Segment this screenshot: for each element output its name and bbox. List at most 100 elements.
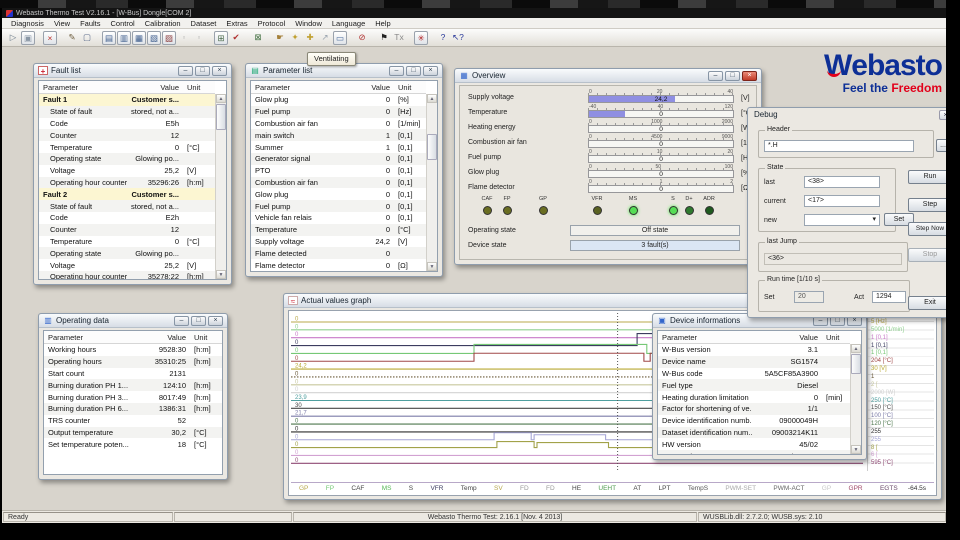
menu-item[interactable]: View [49,19,75,28]
table-row[interactable]: TRS counter52 [44,415,222,427]
toolbar-icon[interactable]: ▧ [147,31,161,45]
table-row[interactable]: PTO0[0,1] [251,165,426,177]
act-time-field[interactable]: 1294 [872,291,906,303]
toolbar-icon[interactable]: ▷ [6,31,20,45]
table-row[interactable]: Fuel typeDiesel [658,379,850,391]
legend-item[interactable]: FD [546,485,555,492]
menu-item[interactable]: Dataset [186,19,222,28]
legend-item[interactable]: AT [633,485,641,492]
scroll-thumb[interactable] [427,134,437,160]
scroll-down-icon[interactable]: ▼ [427,262,437,271]
table-row[interactable]: HW version45/02 [658,438,850,450]
table-row[interactable]: Temperature0[°C] [39,141,215,153]
toolbar-icon[interactable]: ✚ [303,31,317,45]
col-unit[interactable]: Unit [820,333,850,342]
legend-item[interactable]: LPT [659,485,671,492]
chevron-down-icon[interactable]: ▾ [872,215,876,225]
browse-button[interactable]: ... [936,139,946,152]
toolbar-icon[interactable]: ☛ [273,31,287,45]
minimize-button[interactable]: – [178,66,193,76]
table-row[interactable]: Device nameSG1574 [658,356,850,368]
table-row[interactable]: Vehicle fan relais0[0,1] [251,212,426,224]
toolbar-icon[interactable]: ▫ [192,31,206,45]
scroll-down-icon[interactable]: ▼ [216,270,226,279]
toolbar-icon[interactable]: ▫ [177,31,191,45]
table-row[interactable]: Device identification numb...09000049H [658,415,850,427]
run-button[interactable]: Run [908,170,946,184]
toolbar-icon[interactable]: ▤ [102,31,116,45]
toolbar-icon[interactable]: ✔ [229,31,243,45]
table-row[interactable]: Combustion air fan0[1/min] [251,118,426,130]
menu-item[interactable]: Window [290,19,327,28]
table-row[interactable]: Fuel pump0[0,1] [251,200,426,212]
scroll-up-icon[interactable]: ▲ [427,94,437,103]
table-row[interactable]: Counter12 [39,224,215,236]
minimize-button[interactable]: – [389,66,404,76]
table-row[interactable]: Glow plug0[%] [251,94,426,106]
table-row[interactable]: Summer1[0,1] [251,141,426,153]
toolbar-icon[interactable]: ▨ [162,31,176,45]
toolbar-icon[interactable]: ✳ [414,31,428,45]
menu-item[interactable]: Help [370,19,395,28]
menu-item[interactable]: Calibration [140,19,186,28]
scrollbar[interactable]: ▲ ▼ [426,94,437,271]
toolbar-icon[interactable]: ▢ [80,31,94,45]
maximize-button[interactable]: □ [725,71,740,81]
menu-item[interactable]: Control [106,19,140,28]
header-field[interactable]: *.H [764,140,914,152]
toolbar-icon[interactable]: ↗ [318,31,332,45]
toolbar-icon[interactable]: ▭ [333,31,347,45]
set-time-field[interactable]: 20 [794,291,824,303]
maximize-button[interactable]: □ [191,316,206,326]
table-row[interactable]: Fault 2Customer s... [39,188,215,200]
toolbar-icon[interactable]: ⊘ [355,31,369,45]
col-value[interactable]: Value [136,333,188,342]
table-row[interactable]: Burning duration PH 6...1386:31[h:m] [44,403,222,415]
minimize-button[interactable]: – [174,316,189,326]
table-row[interactable]: main switch1[0,1] [251,129,426,141]
legend-item[interactable]: HE [572,485,581,492]
legend-item[interactable]: FD [520,485,529,492]
table-row[interactable]: Operating hours35310:25[h:m] [44,356,222,368]
table-row[interactable]: Heating duration limitation0[min] [658,391,850,403]
col-unit[interactable]: Unit [181,83,215,92]
table-row[interactable]: CodeE2h [39,212,215,224]
table-row[interactable]: Operating stateGlowing po... [39,247,215,259]
col-value[interactable]: Value [129,83,181,92]
table-row[interactable]: Operating stateGlowing po... [39,153,215,165]
legend-item[interactable]: EGTS [880,485,898,492]
table-row[interactable]: SW version18/03 3.17 [658,450,850,455]
table-row[interactable]: Dataset identification num...09003214K11 [658,427,850,439]
legend-item[interactable]: GPR [849,485,863,492]
table-row[interactable]: Temperature0[°C] [39,236,215,248]
stop-button[interactable]: Stop [908,248,946,262]
app-titlebar[interactable]: Webasto Thermo Test V2.16.1 - [W-Bus] Do… [2,8,946,18]
table-row[interactable]: Supply voltage24,2[V] [251,236,426,248]
maximize-button[interactable]: □ [406,66,421,76]
close-button[interactable]: × [208,316,223,326]
table-row[interactable]: Burning duration PH 3...8017:49[h:m] [44,391,222,403]
overview-titlebar[interactable]: ▦ Overview – □ × [455,69,761,83]
toolbar-icon[interactable]: × [43,31,57,45]
scroll-down-icon[interactable]: ▼ [851,445,861,454]
toolbar-icon[interactable]: ? [436,31,450,45]
table-row[interactable]: Factor for shortening of ve...1/1 [658,403,850,415]
table-row[interactable]: Counter12 [39,129,215,141]
scroll-up-icon[interactable]: ▲ [851,344,861,353]
table-row[interactable]: Voltage25,2[V] [39,165,215,177]
legend-item[interactable]: VFR [430,485,443,492]
table-row[interactable]: Flame detected0 [251,247,426,259]
scroll-thumb[interactable] [851,354,861,374]
table-row[interactable]: Set temperature poten...18[°C] [44,438,222,450]
minimize-button[interactable]: – [708,71,723,81]
parameter-list-titlebar[interactable]: ▤ Parameter list – □ × [246,64,442,78]
col-value[interactable]: Value [340,83,392,92]
maximize-button[interactable]: □ [195,66,210,76]
legend-item[interactable]: S [409,485,413,492]
legend-item[interactable]: CAF [351,485,364,492]
col-unit[interactable]: Unit [188,333,222,342]
menu-item[interactable]: Diagnosis [6,19,49,28]
toolbar-icon[interactable]: ✎ [65,31,79,45]
table-row[interactable]: Operating hour counter35278:22[h:m] [39,271,215,280]
close-button[interactable]: × [742,71,757,81]
